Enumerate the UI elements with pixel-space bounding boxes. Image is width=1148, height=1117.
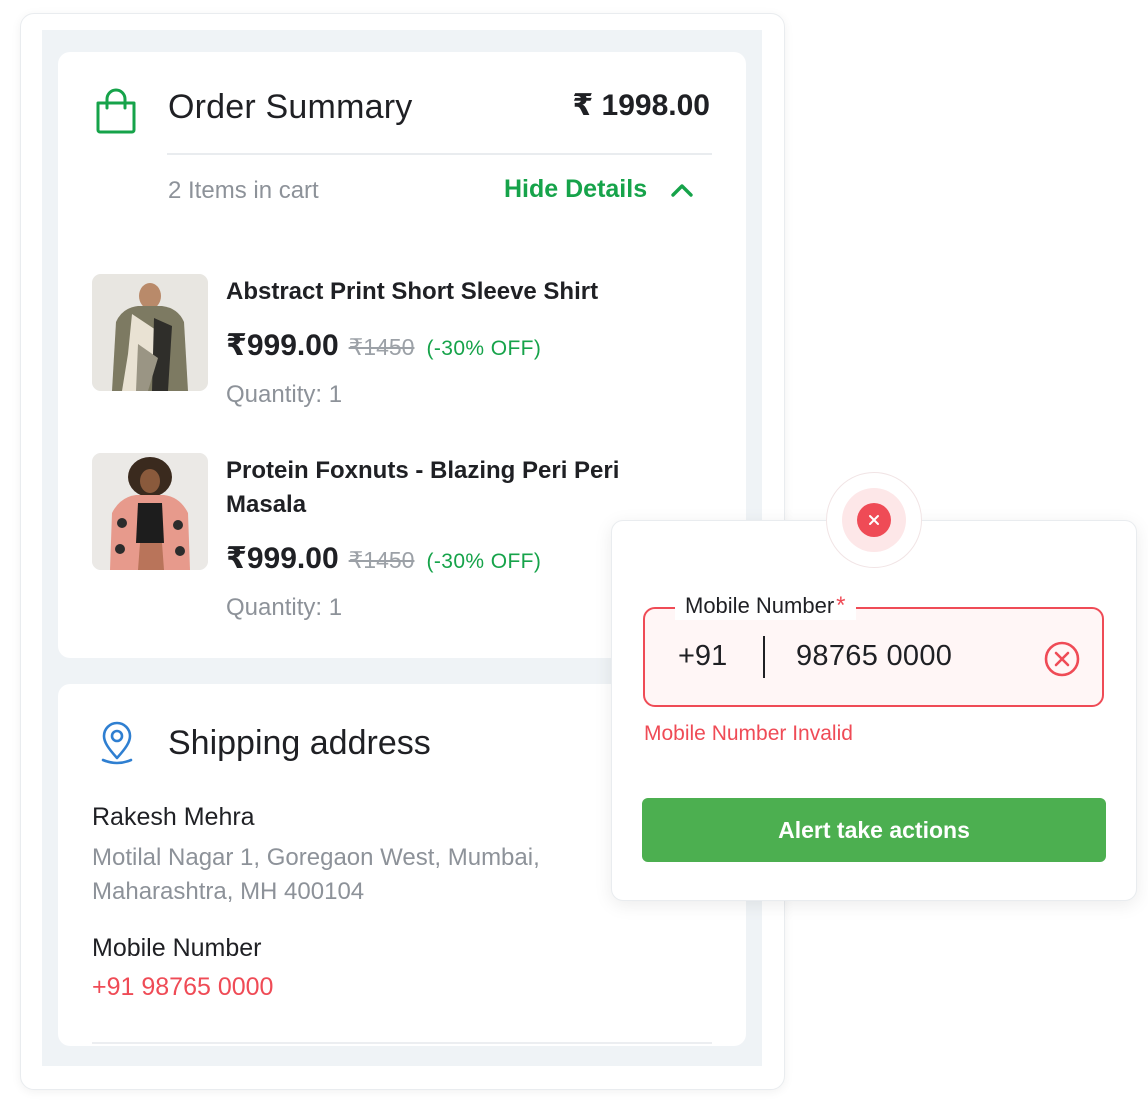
product-name-line2[interactable]: Masala	[226, 488, 306, 522]
product-name[interactable]: Protein Foxnuts - Blazing Peri Peri	[226, 454, 619, 488]
product-discount: (-30% OFF)	[426, 550, 542, 573]
chevron-up-icon	[671, 183, 693, 197]
mobile-number-field-label: Mobile Number*	[675, 592, 856, 620]
mobile-number-input[interactable]: 98765 0000	[796, 640, 952, 673]
divider	[92, 1042, 712, 1044]
product-quantity: Quantity: 1	[226, 381, 343, 408]
field-error-message: Mobile Number Invalid	[644, 722, 853, 745]
price-row: ₹999.00 ₹1450 (-30% OFF)	[226, 541, 541, 576]
shipping-title: Shipping address	[168, 724, 431, 762]
alert-action-button[interactable]: Alert take actions	[642, 798, 1106, 862]
country-code[interactable]: +91	[678, 640, 727, 673]
mobile-number-label: Mobile Number	[92, 934, 262, 962]
hide-details-toggle[interactable]: Hide Details	[504, 175, 695, 204]
order-total: ₹ 1998.00	[572, 89, 710, 122]
field-separator	[763, 636, 765, 678]
required-asterisk: *	[836, 592, 846, 619]
field-label-text: Mobile Number	[685, 593, 835, 618]
price-row: ₹999.00 ₹1450 (-30% OFF)	[226, 328, 541, 363]
product-old-price: ₹1450	[348, 334, 415, 360]
hide-details-label: Hide Details	[504, 175, 648, 203]
order-summary-title: Order Summary	[168, 88, 413, 126]
error-x-icon	[869, 515, 879, 525]
product-price: ₹999.00	[226, 542, 339, 575]
recipient-name: Rakesh Mehra	[92, 803, 255, 831]
product-image-shirt[interactable]	[92, 274, 208, 391]
shopping-bag-icon	[96, 88, 136, 134]
location-pin-icon	[101, 721, 133, 765]
divider	[167, 153, 712, 155]
mobile-number-value: +91 98765 0000	[92, 973, 274, 1001]
product-image-foxnuts[interactable]	[92, 453, 208, 570]
product-price: ₹999.00	[226, 329, 339, 362]
product-old-price: ₹1450	[348, 547, 415, 573]
product-quantity: Quantity: 1	[226, 594, 343, 621]
error-badge	[826, 472, 922, 568]
product-discount: (-30% OFF)	[426, 337, 542, 360]
clear-circle-icon[interactable]	[1043, 640, 1081, 678]
product-photo-1	[92, 274, 208, 391]
product-name[interactable]: Abstract Print Short Sleeve Shirt	[226, 275, 598, 309]
shipping-address-text: Motilal Nagar 1, Goregaon West, Mumbai, …	[92, 844, 540, 905]
product-photo-2	[92, 453, 208, 570]
items-count: 2 Items in cart	[168, 177, 319, 204]
